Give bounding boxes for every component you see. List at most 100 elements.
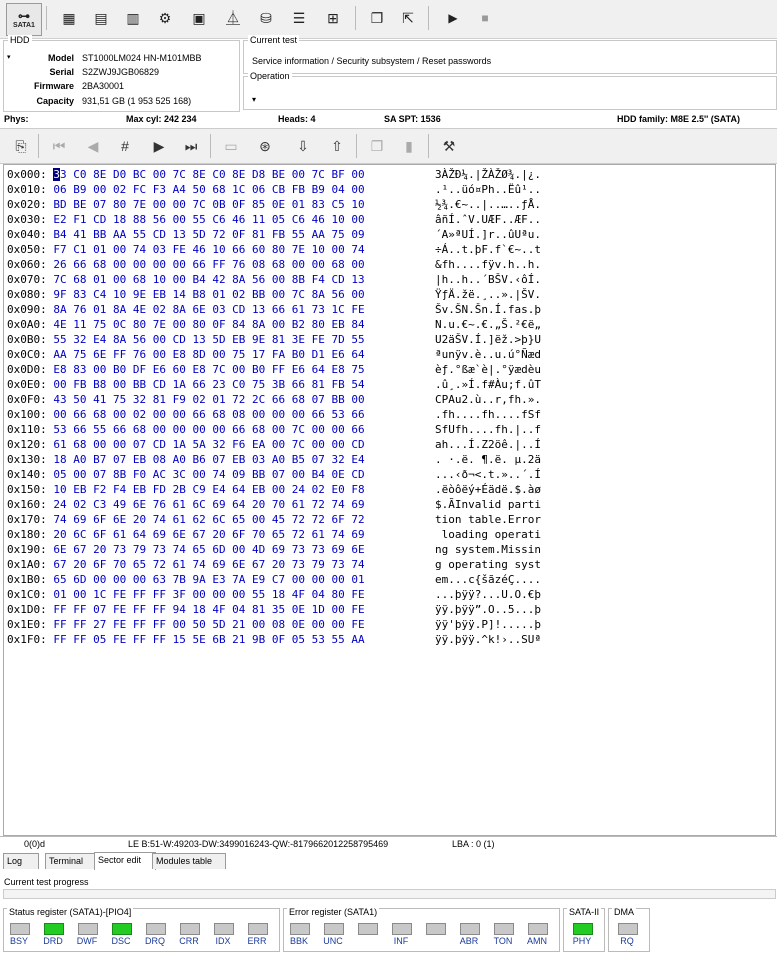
- hex-ascii[interactable]: .ëòôëý+Éädë.$.àø: [435, 482, 541, 497]
- hex-row[interactable]: 0x110: 53 66 55 66 68 00 00 00 00 66 68 …: [7, 422, 541, 437]
- hex-bytes[interactable]: BD BE 07 80 7E 00 00 7C 0B 0F 85 0E 01 8…: [53, 198, 364, 211]
- hex-ascii[interactable]: em...c{šãzéÇ....: [435, 572, 541, 587]
- hex-row[interactable]: 0x170: 74 69 6F 6E 20 74 61 62 6C 65 00 …: [7, 512, 541, 527]
- hex-row[interactable]: 0x1D0: FF FF 07 FE FF FF 94 18 4F 04 81 …: [7, 602, 541, 617]
- sata-port-button[interactable]: ⊶ SATA1: [6, 3, 42, 36]
- hex-row[interactable]: 0x010: 06 B9 00 02 FC F3 A4 50 68 1C 06 …: [7, 182, 541, 197]
- hex-row[interactable]: 0x140: 05 00 07 8B F0 AC 3C 00 74 09 BB …: [7, 467, 541, 482]
- hex-bytes[interactable]: 24 02 C3 49 6E 76 61 6C 69 64 20 70 61 7…: [53, 498, 364, 511]
- hex-row[interactable]: 0x060: 26 66 68 00 00 00 00 66 FF 76 08 …: [7, 257, 541, 272]
- hex-bytes[interactable]: 18 A0 B7 07 EB 08 A0 B6 07 EB 03 A0 B5 0…: [53, 453, 364, 466]
- hex-row[interactable]: 0x0D0: E8 83 00 B0 DF E6 60 E8 7C 00 B0 …: [7, 362, 541, 377]
- checksum-icon[interactable]: ⊛: [252, 133, 278, 159]
- hex-bytes[interactable]: 55 32 E4 8A 56 00 CD 13 5D EB 9E 81 3E F…: [53, 333, 364, 346]
- hex-ascii[interactable]: N.u.€~.€.„Š.²€ë„: [435, 317, 541, 332]
- hex-bytes[interactable]: 6E 67 20 73 79 73 74 65 6D 00 4D 69 73 7…: [53, 543, 364, 556]
- hex-row[interactable]: 0x1A0: 67 20 6F 70 65 72 61 74 69 6E 67 …: [7, 557, 541, 572]
- hex-ascii[interactable]: ªunÿv.è..u.ú°Ñæd: [435, 347, 541, 362]
- hex-bytes[interactable]: 7C 68 01 00 68 10 00 B4 42 8A 56 00 8B F…: [53, 273, 364, 286]
- save-icon[interactable]: ▭: [218, 133, 244, 159]
- hex-bytes[interactable]: 00 66 68 00 02 00 00 66 68 08 00 00 00 6…: [53, 408, 364, 421]
- hex-ascii[interactable]: ÿÿ.þÿÿ”.O..5...þ: [435, 602, 541, 617]
- hex-bytes[interactable]: FF FF 27 FE FF FF 00 50 5D 21 00 08 0E 0…: [53, 618, 364, 631]
- hex-ascii[interactable]: U2äŠV.Í.]ëž.>þ}U: [435, 332, 541, 347]
- hex-ascii[interactable]: èƒ.°ßæ`è|.°ÿædèu: [435, 362, 541, 377]
- hex-ascii[interactable]: CPAu2.ù..r,fh.».: [435, 392, 541, 407]
- hex-bytes[interactable]: 53 66 55 66 68 00 00 00 00 66 68 00 7C 0…: [53, 423, 364, 436]
- hex-ascii[interactable]: loading operati: [435, 527, 541, 542]
- hex-ascii[interactable]: .fh....fh....fSf: [435, 407, 541, 422]
- tab-log[interactable]: Log: [3, 853, 39, 869]
- hex-row[interactable]: 0x150: 10 EB F2 F4 EB FD 2B C9 E4 64 EB …: [7, 482, 541, 497]
- hex-ascii[interactable]: . ·.ë. ¶.ë. µ.2ä: [435, 452, 541, 467]
- hex-row[interactable]: 0x190: 6E 67 20 73 79 73 74 65 6D 00 4D …: [7, 542, 541, 557]
- hex-row[interactable]: 0x1B0: 65 6D 00 00 00 63 7B 9A E3 7A E9 …: [7, 572, 541, 587]
- next-sector-icon[interactable]: ▶: [146, 133, 172, 159]
- grid-icon[interactable]: ⊞: [320, 4, 346, 32]
- hex-row[interactable]: 0x0C0: AA 75 6E FF 76 00 E8 8D 00 75 17 …: [7, 347, 541, 362]
- hex-row[interactable]: 0x160: 24 02 C3 49 6E 76 61 6C 69 64 20 …: [7, 497, 541, 512]
- exit-icon[interactable]: ⇱: [395, 4, 421, 32]
- hex-ascii[interactable]: ½¾.€~..|..…..ƒÅ.: [435, 197, 541, 212]
- hex-ascii[interactable]: .û¸.»Í.f#Àu;f.ûT: [435, 377, 541, 392]
- hex-bytes[interactable]: 26 66 68 00 00 00 00 66 FF 76 08 68 00 0…: [53, 258, 364, 271]
- hex-ascii[interactable]: ...‹ð¬<.t.»..´.Í: [435, 467, 541, 482]
- hex-ascii[interactable]: tion table.Error: [435, 512, 541, 527]
- hex-bytes[interactable]: FF FF 05 FE FF FF 15 5E 6B 21 9B 0F 05 5…: [53, 633, 364, 646]
- hex-ascii[interactable]: .¹..üó¤Ph..Ëû¹..: [435, 182, 541, 197]
- hex-row[interactable]: 0x120: 61 68 00 00 07 CD 1A 5A 32 F6 EA …: [7, 437, 541, 452]
- hex-row[interactable]: 0x080: 9F 83 C4 10 9E EB 14 B8 01 02 BB …: [7, 287, 541, 302]
- operation-dropdown-icon[interactable]: ▾: [252, 95, 256, 104]
- hex-bytes[interactable]: F7 C1 01 00 74 03 FE 46 10 66 60 80 7E 1…: [53, 243, 364, 256]
- hex-bytes[interactable]: FF FF 07 FE FF FF 94 18 4F 04 81 35 0E 1…: [53, 603, 364, 616]
- hex-bytes[interactable]: 43 50 41 75 32 81 F9 02 01 72 2C 66 68 0…: [53, 393, 364, 406]
- hex-bytes[interactable]: 9F 83 C4 10 9E EB 14 B8 01 02 BB 00 7C 8…: [53, 288, 364, 301]
- windows-icon[interactable]: ❐: [364, 4, 390, 32]
- prev-sector-icon[interactable]: ◀: [80, 133, 106, 159]
- hex-row[interactable]: 0x0A0: 4E 11 75 0C 80 7E 00 80 0F 84 8A …: [7, 317, 541, 332]
- flask-icon[interactable]: ⏅: [220, 4, 246, 32]
- hex-row[interactable]: 0x090: 8A 76 01 8A 4E 02 8A 6E 03 CD 13 …: [7, 302, 541, 317]
- hex-row[interactable]: 0x1E0: FF FF 27 FE FF FF 00 50 5D 21 00 …: [7, 617, 541, 632]
- hex-editor[interactable]: 0x000: 33 C0 8E D0 BC 00 7C 8E C0 8E D8 …: [3, 164, 776, 836]
- play-icon[interactable]: ▶: [440, 4, 466, 32]
- hex-ascii[interactable]: ...þÿÿ?...U.O.€þ: [435, 587, 541, 602]
- hex-bytes[interactable]: 8A 76 01 8A 4E 02 8A 6E 03 CD 13 66 61 7…: [53, 303, 364, 316]
- tab-terminal[interactable]: Terminal: [45, 853, 97, 869]
- hex-row[interactable]: 0x040: B4 41 BB AA 55 CD 13 5D 72 0F 81 …: [7, 227, 541, 242]
- hex-row[interactable]: 0x0E0: 00 FB B8 00 BB CD 1A 66 23 C0 75 …: [7, 377, 541, 392]
- hex-row[interactable]: 0x0B0: 55 32 E4 8A 56 00 CD 13 5D EB 9E …: [7, 332, 541, 347]
- hex-bytes[interactable]: 01 00 1C FE FF FF 3F 00 00 00 55 18 4F 0…: [53, 588, 364, 601]
- hex-row[interactable]: 0x180: 20 6C 6F 61 64 69 6E 67 20 6F 70 …: [7, 527, 541, 542]
- hex-ascii[interactable]: &fh....fÿv.h..h.: [435, 257, 541, 272]
- disk-icon[interactable]: ⛁: [253, 4, 279, 32]
- hex-ascii[interactable]: ´A»ªUÍ.]r..ûUªu.: [435, 227, 541, 242]
- tab-sector-edit[interactable]: Sector edit: [94, 852, 156, 870]
- chip-icon[interactable]: ▣: [186, 4, 212, 32]
- hex-ascii[interactable]: Šv.ŠN.Šn.Í.fas.þ: [435, 302, 541, 317]
- hex-bytes[interactable]: 10 EB F2 F4 EB FD 2B C9 E4 64 EB 00 24 0…: [53, 483, 364, 496]
- hex-bytes[interactable]: 20 6C 6F 61 64 69 6E 67 20 6F 70 65 72 6…: [53, 528, 364, 541]
- hex-row[interactable]: 0x030: E2 F1 CD 18 88 56 00 55 C6 46 11 …: [7, 212, 541, 227]
- hex-bytes[interactable]: 05 00 07 8B F0 AC 3C 00 74 09 BB 07 00 B…: [53, 468, 364, 481]
- hex-ascii[interactable]: g operating syst: [435, 557, 541, 572]
- first-sector-icon[interactable]: ⏮: [46, 133, 72, 159]
- hex-bytes[interactable]: 4E 11 75 0C 80 7E 00 80 0F 84 8A 00 B2 8…: [53, 318, 364, 331]
- hex-ascii[interactable]: ÿÿ'þÿÿ.P]!.....þ: [435, 617, 541, 632]
- hex-row[interactable]: 0x070: 7C 68 01 00 68 10 00 B4 42 8A 56 …: [7, 272, 541, 287]
- hex-bytes[interactable]: 33 C0 8E D0 BC 00 7C 8E C0 8E D8 BE 00 7…: [53, 168, 365, 181]
- sector-number-icon[interactable]: #: [112, 133, 138, 159]
- hex-bytes[interactable]: 65 6D 00 00 00 63 7B 9A E3 7A E9 C7 00 0…: [53, 573, 364, 586]
- smart-icon[interactable]: ▥: [120, 4, 146, 32]
- hex-row[interactable]: 0x0F0: 43 50 41 75 32 81 F9 02 01 72 2C …: [7, 392, 541, 407]
- hex-ascii[interactable]: $.ÃInvalid parti: [435, 497, 541, 512]
- hex-ascii[interactable]: 3ÀŽÐ¼.|ŽÀŽØ¾.|¿.: [435, 167, 541, 182]
- hex-bytes[interactable]: E2 F1 CD 18 88 56 00 55 C6 46 11 05 C6 4…: [53, 213, 364, 226]
- goto-icon[interactable]: ⎘: [8, 133, 34, 159]
- hex-row[interactable]: 0x000: 33 C0 8E D0 BC 00 7C 8E C0 8E D8 …: [7, 167, 541, 182]
- hex-row[interactable]: 0x1F0: FF FF 05 FE FF FF 15 5E 6B 21 9B …: [7, 632, 541, 647]
- hex-bytes[interactable]: 67 20 6F 70 65 72 61 74 69 6E 67 20 73 7…: [53, 558, 364, 571]
- hex-bytes[interactable]: AA 75 6E FF 76 00 E8 8D 00 75 17 FA B0 D…: [53, 348, 364, 361]
- id-icon[interactable]: ▤: [88, 4, 114, 32]
- hex-bytes[interactable]: 06 B9 00 02 FC F3 A4 50 68 1C 06 CB FB B…: [53, 183, 364, 196]
